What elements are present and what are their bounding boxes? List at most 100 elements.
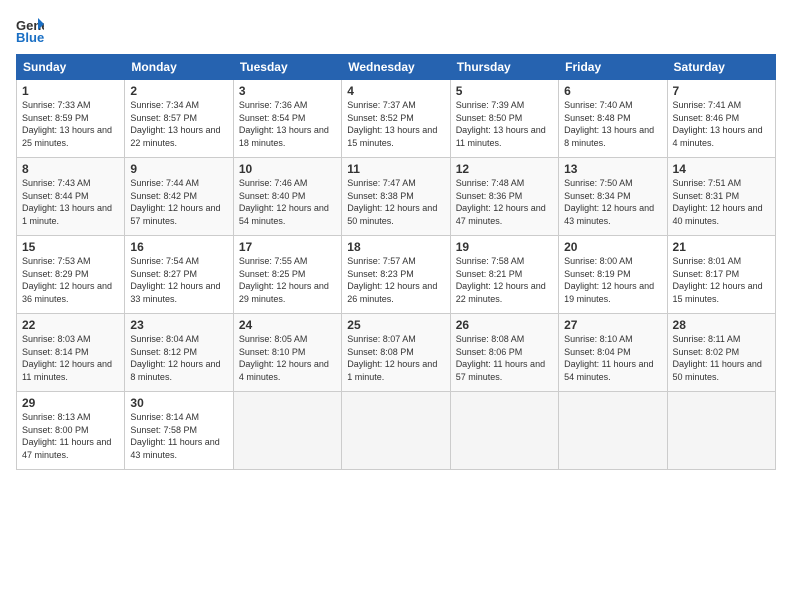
col-wednesday: Wednesday: [342, 55, 450, 80]
day-info: Sunrise: 8:01 AMSunset: 8:17 PMDaylight:…: [673, 255, 770, 305]
day-info: Sunrise: 8:11 AMSunset: 8:02 PMDaylight:…: [673, 333, 770, 383]
day-info: Sunrise: 8:05 AMSunset: 8:10 PMDaylight:…: [239, 333, 336, 383]
day-cell: 29 Sunrise: 8:13 AMSunset: 8:00 PMDaylig…: [17, 392, 125, 470]
day-cell: 22 Sunrise: 8:03 AMSunset: 8:14 PMDaylig…: [17, 314, 125, 392]
day-cell: 9 Sunrise: 7:44 AMSunset: 8:42 PMDayligh…: [125, 158, 233, 236]
day-info: Sunrise: 7:40 AMSunset: 8:48 PMDaylight:…: [564, 99, 661, 149]
day-info: Sunrise: 7:41 AMSunset: 8:46 PMDaylight:…: [673, 99, 770, 149]
day-info: Sunrise: 7:43 AMSunset: 8:44 PMDaylight:…: [22, 177, 119, 227]
day-cell: 18 Sunrise: 7:57 AMSunset: 8:23 PMDaylig…: [342, 236, 450, 314]
day-number: 17: [239, 240, 336, 254]
day-info: Sunrise: 7:39 AMSunset: 8:50 PMDaylight:…: [456, 99, 553, 149]
day-number: 4: [347, 84, 444, 98]
day-info: Sunrise: 7:50 AMSunset: 8:34 PMDaylight:…: [564, 177, 661, 227]
calendar-table: Sunday Monday Tuesday Wednesday Thursday…: [16, 54, 776, 470]
day-info: Sunrise: 7:33 AMSunset: 8:59 PMDaylight:…: [22, 99, 119, 149]
day-cell: 14 Sunrise: 7:51 AMSunset: 8:31 PMDaylig…: [667, 158, 775, 236]
day-cell: 19 Sunrise: 7:58 AMSunset: 8:21 PMDaylig…: [450, 236, 558, 314]
day-number: 13: [564, 162, 661, 176]
day-number: 9: [130, 162, 227, 176]
day-cell: 25 Sunrise: 8:07 AMSunset: 8:08 PMDaylig…: [342, 314, 450, 392]
day-info: Sunrise: 7:55 AMSunset: 8:25 PMDaylight:…: [239, 255, 336, 305]
day-number: 1: [22, 84, 119, 98]
logo-icon: General Blue: [16, 16, 44, 44]
day-info: Sunrise: 7:37 AMSunset: 8:52 PMDaylight:…: [347, 99, 444, 149]
day-info: Sunrise: 8:08 AMSunset: 8:06 PMDaylight:…: [456, 333, 553, 383]
day-number: 7: [673, 84, 770, 98]
day-cell: 17 Sunrise: 7:55 AMSunset: 8:25 PMDaylig…: [233, 236, 341, 314]
day-number: 19: [456, 240, 553, 254]
empty-cell: [342, 392, 450, 470]
day-number: 28: [673, 318, 770, 332]
day-info: Sunrise: 7:46 AMSunset: 8:40 PMDaylight:…: [239, 177, 336, 227]
col-sunday: Sunday: [17, 55, 125, 80]
day-info: Sunrise: 8:14 AMSunset: 7:58 PMDaylight:…: [130, 411, 227, 461]
day-info: Sunrise: 8:13 AMSunset: 8:00 PMDaylight:…: [22, 411, 119, 461]
day-info: Sunrise: 7:53 AMSunset: 8:29 PMDaylight:…: [22, 255, 119, 305]
day-info: Sunrise: 7:51 AMSunset: 8:31 PMDaylight:…: [673, 177, 770, 227]
day-info: Sunrise: 7:54 AMSunset: 8:27 PMDaylight:…: [130, 255, 227, 305]
day-info: Sunrise: 8:10 AMSunset: 8:04 PMDaylight:…: [564, 333, 661, 383]
empty-cell: [667, 392, 775, 470]
day-cell: 28 Sunrise: 8:11 AMSunset: 8:02 PMDaylig…: [667, 314, 775, 392]
day-cell: 15 Sunrise: 7:53 AMSunset: 8:29 PMDaylig…: [17, 236, 125, 314]
day-cell: 21 Sunrise: 8:01 AMSunset: 8:17 PMDaylig…: [667, 236, 775, 314]
day-info: Sunrise: 8:00 AMSunset: 8:19 PMDaylight:…: [564, 255, 661, 305]
day-cell: 20 Sunrise: 8:00 AMSunset: 8:19 PMDaylig…: [559, 236, 667, 314]
day-number: 30: [130, 396, 227, 410]
day-info: Sunrise: 7:36 AMSunset: 8:54 PMDaylight:…: [239, 99, 336, 149]
calendar-header: General Blue: [16, 16, 776, 44]
col-monday: Monday: [125, 55, 233, 80]
day-number: 10: [239, 162, 336, 176]
day-cell: 10 Sunrise: 7:46 AMSunset: 8:40 PMDaylig…: [233, 158, 341, 236]
day-cell: 11 Sunrise: 7:47 AMSunset: 8:38 PMDaylig…: [342, 158, 450, 236]
day-number: 22: [22, 318, 119, 332]
day-number: 27: [564, 318, 661, 332]
day-number: 2: [130, 84, 227, 98]
day-number: 11: [347, 162, 444, 176]
day-cell: 2 Sunrise: 7:34 AMSunset: 8:57 PMDayligh…: [125, 80, 233, 158]
day-number: 3: [239, 84, 336, 98]
day-cell: 27 Sunrise: 8:10 AMSunset: 8:04 PMDaylig…: [559, 314, 667, 392]
day-number: 8: [22, 162, 119, 176]
day-cell: 8 Sunrise: 7:43 AMSunset: 8:44 PMDayligh…: [17, 158, 125, 236]
day-cell: 5 Sunrise: 7:39 AMSunset: 8:50 PMDayligh…: [450, 80, 558, 158]
day-info: Sunrise: 7:58 AMSunset: 8:21 PMDaylight:…: [456, 255, 553, 305]
empty-cell: [450, 392, 558, 470]
day-cell: 26 Sunrise: 8:08 AMSunset: 8:06 PMDaylig…: [450, 314, 558, 392]
day-cell: 12 Sunrise: 7:48 AMSunset: 8:36 PMDaylig…: [450, 158, 558, 236]
day-number: 18: [347, 240, 444, 254]
day-number: 26: [456, 318, 553, 332]
empty-cell: [559, 392, 667, 470]
day-info: Sunrise: 7:57 AMSunset: 8:23 PMDaylight:…: [347, 255, 444, 305]
day-cell: 7 Sunrise: 7:41 AMSunset: 8:46 PMDayligh…: [667, 80, 775, 158]
day-number: 16: [130, 240, 227, 254]
day-cell: 13 Sunrise: 7:50 AMSunset: 8:34 PMDaylig…: [559, 158, 667, 236]
day-cell: 4 Sunrise: 7:37 AMSunset: 8:52 PMDayligh…: [342, 80, 450, 158]
col-saturday: Saturday: [667, 55, 775, 80]
logo: General Blue: [16, 16, 46, 44]
day-cell: 16 Sunrise: 7:54 AMSunset: 8:27 PMDaylig…: [125, 236, 233, 314]
day-number: 24: [239, 318, 336, 332]
day-info: Sunrise: 8:03 AMSunset: 8:14 PMDaylight:…: [22, 333, 119, 383]
day-info: Sunrise: 8:07 AMSunset: 8:08 PMDaylight:…: [347, 333, 444, 383]
day-number: 14: [673, 162, 770, 176]
day-number: 5: [456, 84, 553, 98]
day-number: 25: [347, 318, 444, 332]
day-cell: 6 Sunrise: 7:40 AMSunset: 8:48 PMDayligh…: [559, 80, 667, 158]
day-info: Sunrise: 7:48 AMSunset: 8:36 PMDaylight:…: [456, 177, 553, 227]
day-cell: 1 Sunrise: 7:33 AMSunset: 8:59 PMDayligh…: [17, 80, 125, 158]
day-cell: 23 Sunrise: 8:04 AMSunset: 8:12 PMDaylig…: [125, 314, 233, 392]
day-cell: 3 Sunrise: 7:36 AMSunset: 8:54 PMDayligh…: [233, 80, 341, 158]
day-number: 29: [22, 396, 119, 410]
day-number: 20: [564, 240, 661, 254]
col-thursday: Thursday: [450, 55, 558, 80]
svg-text:Blue: Blue: [16, 30, 44, 44]
day-info: Sunrise: 7:44 AMSunset: 8:42 PMDaylight:…: [130, 177, 227, 227]
day-number: 23: [130, 318, 227, 332]
day-number: 6: [564, 84, 661, 98]
day-info: Sunrise: 7:34 AMSunset: 8:57 PMDaylight:…: [130, 99, 227, 149]
calendar-page: General Blue Sunday Monday Tuesday Wedne…: [0, 0, 792, 612]
day-number: 21: [673, 240, 770, 254]
day-number: 12: [456, 162, 553, 176]
